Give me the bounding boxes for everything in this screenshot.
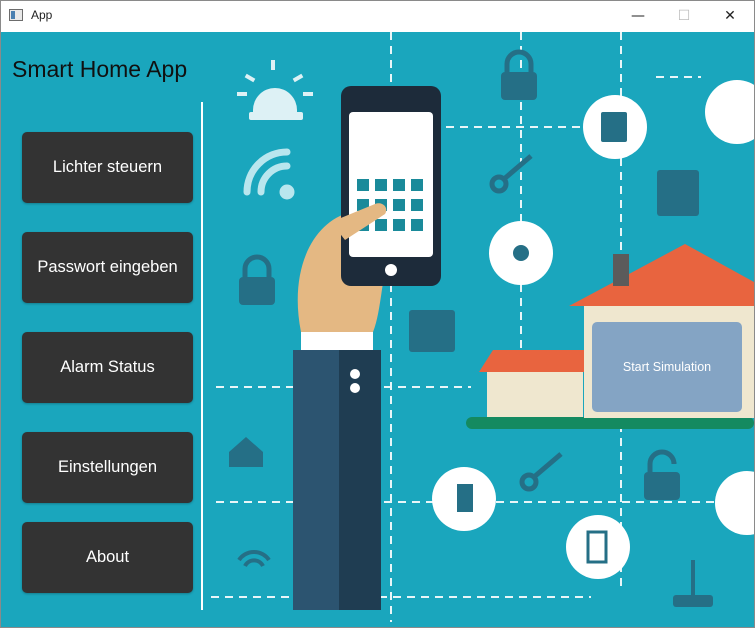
smart-home-background: Smart Home App Lichter steuern Passwort … — [1, 32, 754, 627]
app-window: App — ☐ ✕ Smart Home App Lichter steuern… — [0, 0, 755, 628]
lights-control-button[interactable]: Lichter steuern — [22, 132, 193, 203]
wifi-small-icon — [237, 550, 271, 568]
close-button[interactable]: ✕ — [707, 1, 753, 32]
password-entry-button[interactable]: Passwort eingeben — [22, 232, 193, 303]
app-window-icon — [9, 9, 23, 21]
minimize-button[interactable]: — — [615, 1, 661, 32]
settings-button[interactable]: Einstellungen — [22, 432, 193, 503]
maximize-button[interactable]: ☐ — [661, 1, 707, 32]
about-button[interactable]: About — [22, 522, 193, 593]
wifi-icon — [243, 148, 295, 200]
start-simulation-button[interactable]: Start Simulation — [592, 322, 742, 412]
keypad-icon — [657, 170, 699, 216]
app-heading: Smart Home App — [12, 56, 188, 82]
alarm-status-button[interactable]: Alarm Status — [22, 332, 193, 403]
siren-icon — [237, 60, 313, 120]
key-icon — [489, 154, 563, 492]
window-title: App — [31, 8, 53, 22]
safe-icon — [409, 310, 455, 352]
router-icon — [673, 560, 713, 607]
title-bar: App — ☐ ✕ — [1, 1, 754, 32]
sidebar-divider — [201, 102, 203, 610]
